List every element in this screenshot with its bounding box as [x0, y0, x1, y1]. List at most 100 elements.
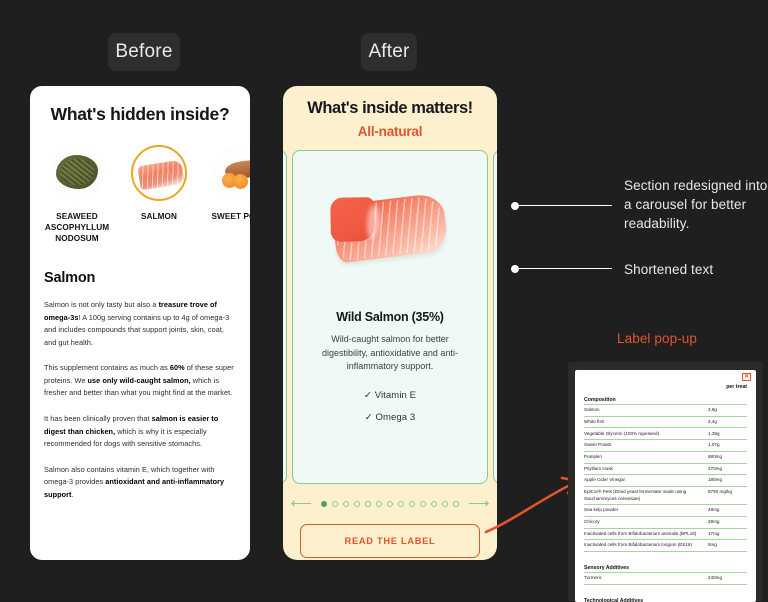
- carousel-prev-arrow-icon[interactable]: ⟵: [286, 496, 316, 511]
- table-row: Psyllium Husk 270mg: [584, 462, 747, 475]
- carousel-dot[interactable]: [365, 500, 371, 507]
- carousel-dot[interactable]: [343, 500, 349, 507]
- carousel-dot[interactable]: [453, 500, 459, 507]
- ingredient-label: SEAWEED ASCOPHYLLUM NODOSUM: [44, 212, 110, 244]
- slide-benefit-list: ✓ Vitamin E ✓ Omega 3: [293, 390, 487, 423]
- label-popup-sheet: ✕ per treat Composition Salmon 2,8g White f…: [575, 370, 756, 602]
- carousel-dot[interactable]: [354, 500, 360, 507]
- salmon-fillet-image: [293, 151, 487, 306]
- seaweed-icon: [49, 145, 105, 201]
- after-phone-mockup: What's inside matters! All-natural Wild …: [283, 86, 497, 560]
- table-section-heading: Composition: [584, 397, 616, 403]
- row-value: 2,4g: [705, 415, 747, 428]
- row-ingredient-name: White fish: [584, 415, 705, 428]
- table-row: EpiCor® Pets (Dried yeast fermentate mad…: [584, 485, 747, 505]
- row-value: 1,39g: [705, 427, 747, 440]
- row-value: 1,07g: [705, 439, 747, 452]
- ingredient-label: SWEET POTAT: [211, 212, 250, 221]
- annotation-text: Section redesigned into a carousel for b…: [624, 178, 768, 232]
- table-row: Inactivated cells from Bifidobacterium l…: [584, 539, 747, 552]
- carousel-dots[interactable]: [321, 500, 459, 507]
- row-ingredient-name: Pumpkin: [584, 450, 705, 464]
- after-page-title: What's inside matters!: [307, 99, 473, 117]
- carousel-dot[interactable]: [398, 500, 404, 507]
- table-row: Salmon 2,8g: [584, 404, 747, 417]
- label-popup-window[interactable]: ✕ per treat Composition Salmon 2,8g White f…: [568, 362, 763, 602]
- carousel-pagination: ⟵ ⟶: [283, 496, 497, 511]
- annotation-dot-icon: [511, 264, 519, 273]
- row-value: 5mg: [705, 539, 747, 552]
- row-value: 2,8g: [705, 404, 747, 417]
- carousel-slide-next-peek[interactable]: [493, 150, 497, 484]
- table-row: Inactivated cells from Bifidobacterium a…: [584, 527, 747, 540]
- table-row: Sea kelp powder 48mg: [584, 504, 747, 517]
- row-ingredient-name: Chicory: [584, 515, 705, 529]
- row-ingredient-name: Inactivated cells from Bifidobacterium a…: [584, 527, 705, 540]
- salmon-icon: [131, 145, 187, 201]
- carousel-dot[interactable]: [409, 500, 415, 507]
- ingredient-item-salmon[interactable]: SALMON: [120, 145, 198, 244]
- table-row: White fish 2,4g: [584, 415, 747, 428]
- row-value: 17mg: [705, 527, 747, 540]
- annotation-leader-line: [511, 264, 612, 273]
- ingredient-list: SEAWEED ASCOPHYLLUM NODOSUM SALMON SWEET…: [38, 145, 250, 244]
- table-section-heading: Technological Additives: [584, 598, 644, 602]
- before-paragraph: Salmon also contains vitamin E, which to…: [44, 464, 225, 499]
- row-ingredient-name: Psyllium Husk: [584, 462, 705, 475]
- carousel-dot[interactable]: [376, 500, 382, 507]
- composition-rows: Turmeric 240mg: [584, 572, 747, 590]
- annotation-text: Shortened text: [624, 262, 714, 277]
- benefit-item: ✓ Vitamin E: [363, 390, 417, 402]
- before-phone-mockup: What's hidden inside? SEAWEED ASCOPHYLLU…: [30, 86, 250, 560]
- carousel-dot[interactable]: [431, 500, 437, 507]
- table-column-header-per-treat: per treat: [726, 384, 747, 390]
- benefit-item: ✓ Omega 3: [364, 412, 416, 424]
- close-icon[interactable]: ✕: [741, 373, 751, 381]
- row-ingredient-name: Sweet Potato: [584, 439, 705, 452]
- row-value: 270mg: [705, 462, 747, 475]
- annotation-leader-line: [511, 201, 612, 210]
- after-header: What's inside matters! All-natural: [283, 86, 497, 147]
- ingredient-item-seaweed[interactable]: SEAWEED ASCOPHYLLUM NODOSUM: [38, 145, 116, 244]
- table-row: Turmeric 240mg: [584, 572, 747, 585]
- read-the-label-button[interactable]: READ THE LABEL: [300, 524, 480, 558]
- carousel-slide-previous-peek[interactable]: [283, 150, 287, 484]
- label-popup-annotation-title: Label pop-up: [617, 331, 698, 346]
- table-row: Apple Cider Vinegar 180mg: [584, 474, 747, 487]
- table-row: Pumpkin 880mg: [584, 450, 747, 464]
- carousel-dot[interactable]: [332, 500, 338, 507]
- slide-ingredient-description: Wild-caught salmon for better digestibil…: [322, 334, 458, 372]
- row-value: 180mg: [705, 474, 747, 487]
- slide-ingredient-name: Wild Salmon (35%): [336, 310, 444, 324]
- row-value: 880mg: [705, 450, 747, 464]
- after-label-pill: After: [361, 33, 417, 71]
- row-ingredient-name: EpiCor® Pets (Dried yeast fermentate mad…: [584, 485, 705, 505]
- composition-table: Composition Salmon 2,8g White fish 2,4g Veget…: [584, 397, 747, 602]
- carousel-dot[interactable]: [321, 500, 327, 507]
- row-value: 28mg: [705, 515, 747, 529]
- carousel-dot[interactable]: [442, 500, 448, 507]
- row-ingredient-name: Turmeric: [584, 572, 705, 585]
- before-page-title: What's hidden inside?: [50, 104, 230, 124]
- row-ingredient-name: Apple Cider Vinegar: [584, 474, 705, 487]
- carousel-dot[interactable]: [420, 500, 426, 507]
- before-section-heading: Salmon: [44, 270, 96, 287]
- composition-rows: Salmon 2,8g White fish 2,4g Vegetable Glycer…: [584, 404, 747, 557]
- before-paragraph: Salmon is not only tasty but also a trea…: [44, 300, 230, 347]
- table-row: Chicory 28mg: [584, 515, 747, 529]
- ingredient-item-sweet-potato[interactable]: SWEET POTAT: [202, 145, 250, 244]
- after-page-subtitle: All-natural: [357, 124, 423, 139]
- table-section-divider: [584, 583, 747, 590]
- before-paragraph: This supplement contains as much as 60% …: [44, 363, 234, 398]
- row-ingredient-name: Vegetable Glycerin (100% rapeseed): [584, 427, 705, 440]
- ingredient-label: SALMON: [140, 212, 178, 221]
- table-section-divider: [584, 550, 747, 557]
- carousel-slide-active[interactable]: Wild Salmon (35%) Wild-caught salmon for…: [292, 150, 488, 484]
- table-section-heading: Sensory Additives: [584, 565, 630, 572]
- annotation-dot-icon: [511, 201, 519, 210]
- row-ingredient-name: Sea kelp powder: [584, 504, 705, 517]
- carousel-dot[interactable]: [387, 500, 393, 507]
- row-ingredient-name: Salmon: [584, 404, 705, 417]
- ingredient-carousel[interactable]: Wild Salmon (35%) Wild-caught salmon for…: [283, 150, 497, 484]
- before-label-pill: Before: [108, 33, 180, 71]
